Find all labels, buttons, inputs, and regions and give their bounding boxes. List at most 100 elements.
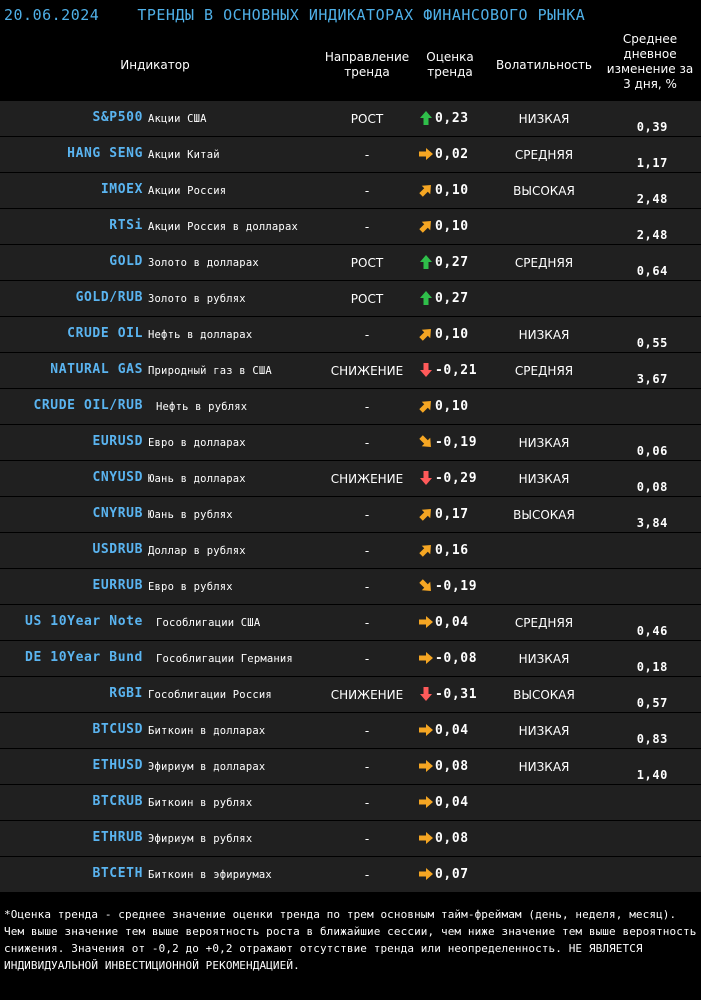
trend-score: 0,08 (418, 830, 469, 846)
indicator-description: Акции Китай (148, 149, 220, 161)
table-row: IMOEX Акции Россия - 0,10 ВЫСОКАЯ 2,48 (0, 173, 701, 208)
trend-score: -0,19 (418, 434, 477, 450)
indicator-ticker: EURRUB (92, 578, 143, 593)
indicator-description: Евро в долларах (148, 437, 246, 449)
trend-score-value: 0,08 (435, 758, 469, 774)
indicator-ticker: CRUDE OIL (67, 326, 143, 341)
trend-score: 0,04 (418, 614, 469, 630)
arrow-down-right-icon (418, 434, 434, 450)
trend-score-value: 0,02 (435, 146, 469, 162)
table-row: EURRUB Евро в рублях - -0,19 (0, 569, 701, 604)
arrow-up-icon (418, 254, 434, 270)
column-header-avg-line4: 3 дня, % (623, 77, 677, 91)
arrow-right-icon (418, 794, 434, 810)
trend-direction: - (364, 652, 370, 666)
column-header-avg-change: Среднее дневное изменение за 3 дня, % (600, 32, 700, 92)
trend-score: 0,16 (418, 542, 469, 558)
avg-daily-change: 0,55 (636, 336, 668, 350)
trend-score-value: 0,04 (435, 722, 469, 738)
indicator-description: Нефть в долларах (148, 329, 253, 341)
arrow-up-icon (418, 110, 434, 126)
indicator-ticker: IMOEX (100, 182, 143, 197)
arrow-up-right-icon (418, 398, 434, 414)
column-header-avg-line2: дневное (623, 47, 677, 61)
volatility: НИЗКАЯ (518, 328, 570, 342)
trend-direction: - (364, 724, 370, 738)
table-row: NATURAL GAS Природный газ в США СНИЖЕНИЕ -0… (0, 353, 701, 388)
trend-score: 0,10 (418, 326, 469, 342)
arrow-right-icon (418, 758, 434, 774)
arrow-right-icon (418, 866, 434, 882)
table-row: CRUDE OIL/RUB Нефть в рублях - 0,10 (0, 389, 701, 424)
table-row: GOLD Золото в долларах РОСТ 0,27 СРЕДНЯЯ 0,64 (0, 245, 701, 280)
column-header-direction-line2: тренда (344, 65, 390, 79)
trend-direction: РОСТ (350, 292, 384, 306)
column-header-score-line1: Оценка (426, 50, 474, 64)
trend-direction: - (364, 184, 370, 198)
report-date: 20.06.2024 (4, 6, 100, 24)
avg-daily-change: 0,83 (636, 732, 668, 746)
arrow-up-icon (418, 290, 434, 306)
table-row: ETHRUB Эфириум в рублях - 0,08 (0, 821, 701, 856)
footnote: *Оценка тренда - среднее значение оценки… (4, 908, 697, 972)
indicator-ticker: CRUDE OIL/RUB (33, 398, 143, 413)
trend-score-value: -0,29 (435, 470, 478, 486)
table-header: Индикатор Направление тренда Оценка трен… (0, 30, 701, 100)
volatility: НИЗКАЯ (518, 436, 570, 450)
arrow-down-icon (418, 470, 434, 486)
table-row: USDRUB Доллар в рублях - 0,16 (0, 533, 701, 568)
volatility: ВЫСОКАЯ (513, 184, 575, 198)
volatility: ВЫСОКАЯ (513, 508, 575, 522)
trend-score-value: 0,27 (435, 254, 469, 270)
arrow-right-icon (418, 614, 434, 630)
column-header-indicator: Индикатор (120, 58, 190, 72)
indicator-table: S&P500 Акции США РОСТ 0,23 НИЗКАЯ 0,39 HANG SE… (0, 101, 701, 893)
trend-score: -0,21 (418, 362, 477, 378)
table-row: S&P500 Акции США РОСТ 0,23 НИЗКАЯ 0,39 (0, 101, 701, 136)
trend-score-value: -0,19 (435, 578, 478, 594)
column-header-avg-line1: Среднее (622, 32, 678, 46)
trend-direction: - (364, 616, 370, 630)
avg-daily-change: 0,64 (636, 264, 668, 278)
indicator-ticker: DE 10Year Bund (25, 650, 143, 665)
indicator-description: Биткоин в долларах (148, 725, 266, 737)
trend-score: 0,27 (418, 254, 469, 270)
avg-daily-change: 3,67 (636, 372, 668, 386)
indicator-ticker: CNYRUB (92, 506, 143, 521)
trend-direction: - (364, 832, 370, 846)
arrow-right-icon (418, 830, 434, 846)
trend-score: 0,07 (418, 866, 469, 882)
table-row: RGBI Гособлигации Россия СНИЖЕНИЕ -0,31 ВЫСО… (0, 677, 701, 712)
avg-daily-change: 0,39 (636, 120, 668, 134)
avg-daily-change: 2,48 (636, 228, 668, 242)
volatility: НИЗКАЯ (518, 724, 570, 738)
trend-score: -0,31 (418, 686, 477, 702)
trend-score-value: 0,27 (435, 290, 469, 306)
title-bar: 20.06.2024 ТРЕНДЫ В ОСНОВНЫХ ИНДИКАТОРАХ… (0, 0, 701, 30)
trend-score: 0,04 (418, 722, 469, 738)
column-header-direction-line1: Направление (324, 50, 410, 64)
indicator-description: Доллар в рублях (148, 545, 246, 557)
trend-direction: - (364, 220, 370, 234)
trend-score-value: 0,04 (435, 614, 469, 630)
arrow-up-right-icon (418, 218, 434, 234)
table-row: DE 10Year Bund Гособлигации Германия - -0,0… (0, 641, 701, 676)
avg-daily-change: 1,40 (636, 768, 668, 782)
avg-daily-change: 3,84 (636, 516, 668, 530)
indicator-description: Золото в рублях (148, 293, 246, 305)
indicator-description: Юань в рублях (148, 509, 233, 521)
indicator-description: Гособлигации США (156, 617, 261, 629)
trend-score: 0,02 (418, 146, 469, 162)
indicator-description: Нефть в рублях (156, 401, 248, 413)
trend-score: 0,17 (418, 506, 469, 522)
trend-score-value: 0,10 (435, 182, 469, 198)
table-row: BTCETH Биткоин в эфириумах - 0,07 (0, 857, 701, 892)
trend-score-value: 0,07 (435, 866, 469, 882)
indicator-ticker: BTCRUB (92, 794, 143, 809)
trend-score-value: 0,23 (435, 110, 469, 126)
indicator-ticker: ETHUSD (92, 758, 143, 773)
indicator-description: Золото в долларах (148, 257, 259, 269)
trend-direction: - (364, 868, 370, 882)
trend-score: 0,04 (418, 794, 469, 810)
trend-direction: - (364, 148, 370, 162)
